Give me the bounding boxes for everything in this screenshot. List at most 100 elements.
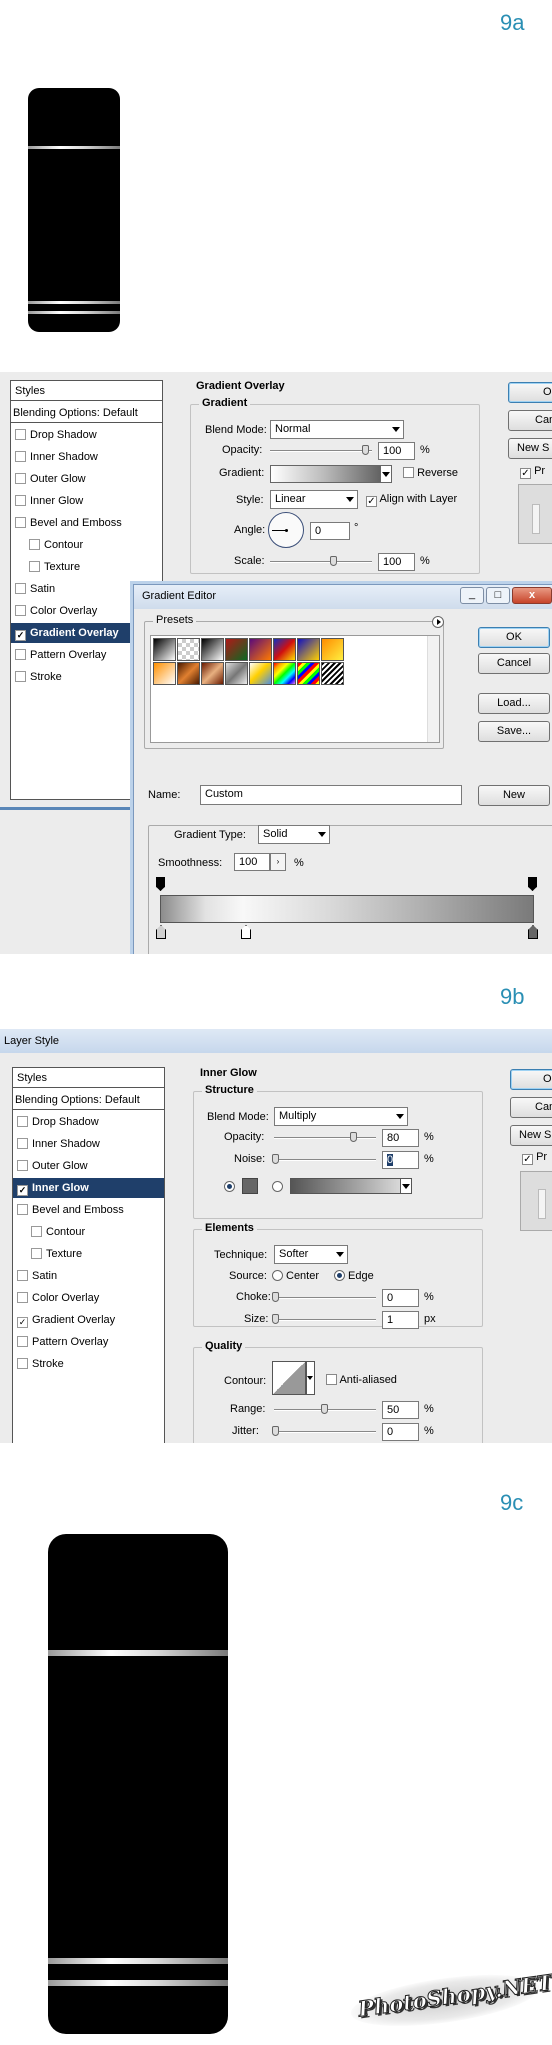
contour-dropdown[interactable] xyxy=(306,1361,315,1395)
preset-swatch[interactable] xyxy=(153,638,176,661)
angle-field[interactable]: 0 xyxy=(310,522,350,540)
preset-swatch[interactable] xyxy=(201,638,224,661)
checkbox-icon[interactable] xyxy=(17,1160,28,1171)
technique-select[interactable]: Softer xyxy=(274,1245,348,1264)
checkbox-icon[interactable] xyxy=(31,1248,42,1259)
checkbox-icon[interactable] xyxy=(17,1336,28,1347)
style-item[interactable]: Drop Shadow xyxy=(17,1112,99,1132)
range-slider-thumb[interactable] xyxy=(321,1404,328,1414)
checkbox-icon[interactable] xyxy=(31,1226,42,1237)
checkbox-icon[interactable] xyxy=(17,1358,28,1369)
preset-swatch[interactable] xyxy=(201,662,224,685)
new-style-button[interactable]: New S xyxy=(508,438,552,459)
glow-gradient-picker[interactable] xyxy=(290,1178,412,1194)
style-item[interactable]: Contour xyxy=(29,535,83,555)
style-item[interactable]: Outer Glow xyxy=(15,469,86,489)
cancel-button[interactable]: Can xyxy=(510,1097,552,1118)
opacity-field[interactable]: 80 xyxy=(382,1129,419,1147)
checkbox-icon[interactable] xyxy=(15,605,26,616)
smoothness-field[interactable]: 100 xyxy=(234,853,270,871)
size-field[interactable]: 1 xyxy=(382,1311,419,1329)
preset-swatch[interactable] xyxy=(297,638,320,661)
checkbox-icon[interactable] xyxy=(15,649,26,660)
preset-swatch[interactable] xyxy=(321,638,344,661)
scale-field[interactable]: 100 xyxy=(378,553,415,571)
style-select[interactable]: Linear xyxy=(270,490,358,509)
preset-swatch[interactable] xyxy=(153,662,176,685)
style-item[interactable]: Satin xyxy=(15,579,55,599)
preset-swatch[interactable] xyxy=(297,662,320,685)
preset-swatch[interactable] xyxy=(321,662,344,685)
preset-swatch[interactable] xyxy=(273,638,296,661)
styles-header[interactable]: Styles xyxy=(13,1068,164,1088)
color-radio[interactable] xyxy=(224,1181,235,1192)
glow-gradient-dropdown[interactable] xyxy=(400,1178,412,1194)
style-item[interactable]: ✓ Gradient Overlay xyxy=(17,1310,115,1330)
style-item[interactable]: Bevel and Emboss xyxy=(15,513,122,533)
choke-slider[interactable] xyxy=(274,1297,376,1299)
style-item[interactable]: Color Overlay xyxy=(15,601,97,621)
blend-mode-select[interactable]: Normal xyxy=(270,420,404,439)
edge-radio[interactable] xyxy=(334,1270,345,1281)
minimize-icon[interactable]: _ xyxy=(460,587,484,604)
smoothness-stepper[interactable]: › xyxy=(270,853,286,871)
checkbox-icon[interactable] xyxy=(15,495,26,506)
center-radio[interactable] xyxy=(272,1270,283,1281)
style-item[interactable]: Stroke xyxy=(17,1354,64,1374)
size-slider[interactable] xyxy=(274,1319,376,1321)
preset-swatch[interactable] xyxy=(273,662,296,685)
gradient-type-select[interactable]: Solid xyxy=(258,825,330,844)
preset-swatch[interactable] xyxy=(249,638,272,661)
jitter-slider[interactable] xyxy=(274,1431,376,1433)
save-button[interactable]: Save... xyxy=(478,721,550,742)
checkbox-icon[interactable] xyxy=(15,583,26,594)
jitter-slider-thumb[interactable] xyxy=(272,1426,279,1436)
check-icon[interactable]: ✓ xyxy=(15,630,26,641)
style-item[interactable]: Color Overlay xyxy=(17,1288,99,1308)
cancel-button[interactable]: Can xyxy=(508,410,552,431)
check-icon[interactable]: ✓ xyxy=(17,1185,28,1196)
checkbox-icon[interactable] xyxy=(17,1270,28,1281)
checkbox-icon[interactable] xyxy=(17,1292,28,1303)
checkbox-icon[interactable] xyxy=(15,671,26,682)
preset-swatch[interactable] xyxy=(177,662,200,685)
style-item[interactable]: Drop Shadow xyxy=(15,425,97,445)
range-field[interactable]: 50 xyxy=(382,1401,419,1419)
cancel-button[interactable]: Cancel xyxy=(478,653,550,674)
new-style-button[interactable]: New S xyxy=(510,1125,552,1146)
ok-button[interactable]: O xyxy=(510,1069,552,1090)
angle-dial[interactable] xyxy=(268,512,304,548)
style-item[interactable]: Inner Glow xyxy=(15,491,83,511)
checkbox-icon[interactable] xyxy=(17,1116,28,1127)
scale-slider-thumb[interactable] xyxy=(330,556,337,566)
contour-picker[interactable] xyxy=(272,1361,306,1395)
style-item[interactable]: Contour xyxy=(31,1222,85,1242)
load-button[interactable]: Load... xyxy=(478,693,550,714)
preview-checkbox[interactable]: ✓ Pr xyxy=(520,465,545,479)
checkbox-icon[interactable] xyxy=(15,451,26,462)
menu-arrow-icon[interactable] xyxy=(432,616,444,628)
style-item[interactable]: ✓ Inner Glow xyxy=(13,1178,164,1198)
checkbox-icon[interactable] xyxy=(17,1138,28,1149)
style-item[interactable]: Stroke xyxy=(15,667,62,687)
antialiased-checkbox[interactable]: Anti-aliased xyxy=(326,1374,397,1386)
preview-checkbox[interactable]: ✓ Pr xyxy=(522,1151,547,1165)
gradient-dropdown-button[interactable] xyxy=(380,465,392,483)
choke-field[interactable]: 0 xyxy=(382,1289,419,1307)
check-icon[interactable]: ✓ xyxy=(17,1317,28,1328)
size-slider-thumb[interactable] xyxy=(272,1314,279,1324)
blending-options[interactable]: Blending Options: Default xyxy=(11,403,162,423)
gradient-bar[interactable] xyxy=(160,895,534,923)
preset-swatch[interactable] xyxy=(225,638,248,661)
maximize-icon[interactable]: □ xyxy=(486,587,510,604)
checkbox-icon[interactable] xyxy=(15,429,26,440)
opacity-slider[interactable] xyxy=(270,450,372,452)
style-item[interactable]: Outer Glow xyxy=(17,1156,88,1176)
style-item[interactable]: Bevel and Emboss xyxy=(17,1200,124,1220)
opacity-slider[interactable] xyxy=(274,1137,376,1139)
opacity-slider-thumb[interactable] xyxy=(350,1132,357,1142)
style-item[interactable]: Pattern Overlay xyxy=(15,645,106,665)
choke-slider-thumb[interactable] xyxy=(272,1292,279,1302)
opacity-slider-thumb[interactable] xyxy=(362,445,369,455)
new-button[interactable]: New xyxy=(478,785,550,806)
